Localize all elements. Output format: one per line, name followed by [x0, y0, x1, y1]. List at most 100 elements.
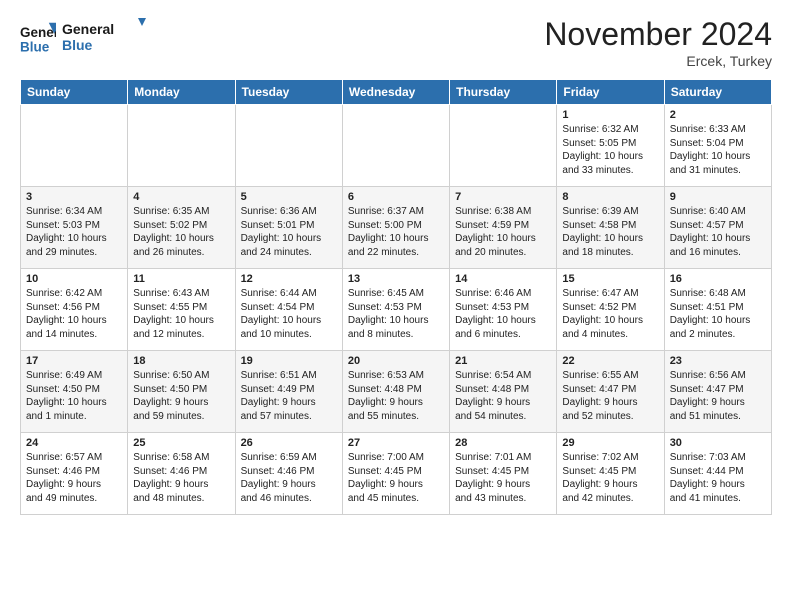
day-info: Sunrise: 6:43 AM Sunset: 4:55 PM Dayligh… [133, 287, 229, 341]
day-number: 21 [455, 355, 551, 367]
logo-svg: General Blue [62, 16, 152, 56]
day-info: Sunrise: 6:34 AM Sunset: 5:03 PM Dayligh… [26, 205, 122, 259]
calendar-week-row: 24 Sunrise: 6:57 AM Sunset: 4:46 PM Dayli… [21, 433, 772, 515]
day-info: Sunrise: 6:58 AM Sunset: 4:46 PM Dayligh… [133, 451, 229, 505]
calendar-cell: 28 Sunrise: 7:01 AM Sunset: 4:45 PM Dayli… [450, 433, 557, 515]
calendar-header-wednesday: Wednesday [342, 80, 449, 105]
calendar-cell [128, 105, 235, 187]
day-info: Sunrise: 6:32 AM Sunset: 5:05 PM Dayligh… [562, 123, 658, 177]
day-info: Sunrise: 6:39 AM Sunset: 4:58 PM Dayligh… [562, 205, 658, 259]
calendar-cell: 10 Sunrise: 6:42 AM Sunset: 4:56 PM Dayli… [21, 269, 128, 351]
day-number: 29 [562, 437, 658, 449]
calendar-header-monday: Monday [128, 80, 235, 105]
calendar-cell: 5 Sunrise: 6:36 AM Sunset: 5:01 PM Daylig… [235, 187, 342, 269]
calendar-cell: 17 Sunrise: 6:49 AM Sunset: 4:50 PM Dayli… [21, 351, 128, 433]
calendar-cell: 7 Sunrise: 6:38 AM Sunset: 4:59 PM Daylig… [450, 187, 557, 269]
day-number: 13 [348, 273, 444, 285]
calendar-cell: 29 Sunrise: 7:02 AM Sunset: 4:45 PM Dayli… [557, 433, 664, 515]
calendar-cell: 20Sunrise: 6:53 AM Sunset: 4:48 PM Dayli… [342, 351, 449, 433]
day-info: Sunrise: 7:02 AM Sunset: 4:45 PM Dayligh… [562, 451, 658, 505]
day-number: 11 [133, 273, 229, 285]
calendar-cell: 22Sunrise: 6:55 AM Sunset: 4:47 PM Dayli… [557, 351, 664, 433]
day-info: Sunrise: 6:37 AM Sunset: 5:00 PM Dayligh… [348, 205, 444, 259]
day-number: 17 [26, 355, 122, 367]
subtitle: Ercek, Turkey [544, 53, 772, 69]
day-number: 24 [26, 437, 122, 449]
day-number: 3 [26, 191, 122, 203]
calendar-cell: 11 Sunrise: 6:43 AM Sunset: 4:55 PM Dayli… [128, 269, 235, 351]
day-info: Sunrise: 6:54 AM Sunset: 4:48 PM Dayligh… [455, 369, 551, 423]
svg-text:General: General [62, 21, 114, 37]
calendar-cell: 26 Sunrise: 6:59 AM Sunset: 4:46 PM Dayli… [235, 433, 342, 515]
day-info: Sunrise: 6:38 AM Sunset: 4:59 PM Dayligh… [455, 205, 551, 259]
month-title: November 2024 [544, 16, 772, 53]
day-number: 12 [241, 273, 337, 285]
day-number: 28 [455, 437, 551, 449]
day-info: Sunrise: 6:42 AM Sunset: 4:56 PM Dayligh… [26, 287, 122, 341]
day-number: 5 [241, 191, 337, 203]
calendar-cell: 24 Sunrise: 6:57 AM Sunset: 4:46 PM Dayli… [21, 433, 128, 515]
calendar-week-row: 17 Sunrise: 6:49 AM Sunset: 4:50 PM Dayli… [21, 351, 772, 433]
day-number: 6 [348, 191, 444, 203]
day-info: Sunrise: 6:59 AM Sunset: 4:46 PM Dayligh… [241, 451, 337, 505]
day-info: Sunrise: 6:40 AM Sunset: 4:57 PM Dayligh… [670, 205, 766, 259]
calendar-cell: 4 Sunrise: 6:35 AM Sunset: 5:02 PM Daylig… [128, 187, 235, 269]
day-info: Sunrise: 7:03 AM Sunset: 4:44 PM Dayligh… [670, 451, 766, 505]
calendar-cell [342, 105, 449, 187]
day-info: Sunrise: 7:01 AM Sunset: 4:45 PM Dayligh… [455, 451, 551, 505]
calendar-cell: 9 Sunrise: 6:40 AM Sunset: 4:57 PM Daylig… [664, 187, 771, 269]
calendar-cell: 16Sunrise: 6:48 AM Sunset: 4:51 PM Dayli… [664, 269, 771, 351]
calendar-cell: 30Sunrise: 7:03 AM Sunset: 4:44 PM Dayli… [664, 433, 771, 515]
day-number: 19 [241, 355, 337, 367]
calendar-cell: 18Sunrise: 6:50 AM Sunset: 4:50 PM Dayli… [128, 351, 235, 433]
calendar-header-saturday: Saturday [664, 80, 771, 105]
day-number: 7 [455, 191, 551, 203]
day-info: Sunrise: 6:53 AM Sunset: 4:48 PM Dayligh… [348, 369, 444, 423]
day-number: 8 [562, 191, 658, 203]
day-number: 4 [133, 191, 229, 203]
calendar-cell: 14 Sunrise: 6:46 AM Sunset: 4:53 PM Dayli… [450, 269, 557, 351]
calendar-cell: 19Sunrise: 6:51 AM Sunset: 4:49 PM Dayli… [235, 351, 342, 433]
calendar-cell: 3 Sunrise: 6:34 AM Sunset: 5:03 PM Daylig… [21, 187, 128, 269]
svg-text:Blue: Blue [62, 37, 93, 53]
day-number: 9 [670, 191, 766, 203]
day-info: Sunrise: 6:49 AM Sunset: 4:50 PM Dayligh… [26, 369, 122, 423]
calendar-cell: 6 Sunrise: 6:37 AM Sunset: 5:00 PM Daylig… [342, 187, 449, 269]
day-number: 25 [133, 437, 229, 449]
day-info: Sunrise: 6:57 AM Sunset: 4:46 PM Dayligh… [26, 451, 122, 505]
day-info: Sunrise: 6:45 AM Sunset: 4:53 PM Dayligh… [348, 287, 444, 341]
day-number: 2 [670, 109, 766, 121]
calendar-cell: 13 Sunrise: 6:45 AM Sunset: 4:53 PM Dayli… [342, 269, 449, 351]
day-info: Sunrise: 6:46 AM Sunset: 4:53 PM Dayligh… [455, 287, 551, 341]
calendar-cell: 15 Sunrise: 6:47 AM Sunset: 4:52 PM Dayli… [557, 269, 664, 351]
calendar-header-sunday: Sunday [21, 80, 128, 105]
svg-text:General: General [20, 25, 56, 40]
calendar-header-tuesday: Tuesday [235, 80, 342, 105]
day-info: Sunrise: 6:47 AM Sunset: 4:52 PM Dayligh… [562, 287, 658, 341]
day-number: 14 [455, 273, 551, 285]
logo: General Blue General Blue [20, 16, 152, 61]
day-number: 26 [241, 437, 337, 449]
calendar-cell [235, 105, 342, 187]
day-info: Sunrise: 7:00 AM Sunset: 4:45 PM Dayligh… [348, 451, 444, 505]
day-number: 27 [348, 437, 444, 449]
calendar-cell [450, 105, 557, 187]
calendar-cell [21, 105, 128, 187]
day-info: Sunrise: 6:36 AM Sunset: 5:01 PM Dayligh… [241, 205, 337, 259]
calendar-table: SundayMondayTuesdayWednesdayThursdayFrid… [20, 79, 772, 515]
day-info: Sunrise: 6:48 AM Sunset: 4:51 PM Dayligh… [670, 287, 766, 341]
day-info: Sunrise: 6:35 AM Sunset: 5:02 PM Dayligh… [133, 205, 229, 259]
header: General Blue General Blue November 2024 … [20, 16, 772, 69]
day-info: Sunrise: 6:44 AM Sunset: 4:54 PM Dayligh… [241, 287, 337, 341]
calendar-cell: 8 Sunrise: 6:39 AM Sunset: 4:58 PM Daylig… [557, 187, 664, 269]
svg-text:Blue: Blue [20, 39, 50, 54]
day-number: 23 [670, 355, 766, 367]
calendar-cell: 2Sunrise: 6:33 AM Sunset: 5:04 PM Daylig… [664, 105, 771, 187]
day-number: 15 [562, 273, 658, 285]
calendar-header-row: SundayMondayTuesdayWednesdayThursdayFrid… [21, 80, 772, 105]
day-number: 1 [562, 109, 658, 121]
day-number: 18 [133, 355, 229, 367]
calendar-week-row: 1 Sunrise: 6:32 AM Sunset: 5:05 PM Daylig… [21, 105, 772, 187]
page: General Blue General Blue November 2024 … [0, 0, 792, 531]
day-number: 10 [26, 273, 122, 285]
